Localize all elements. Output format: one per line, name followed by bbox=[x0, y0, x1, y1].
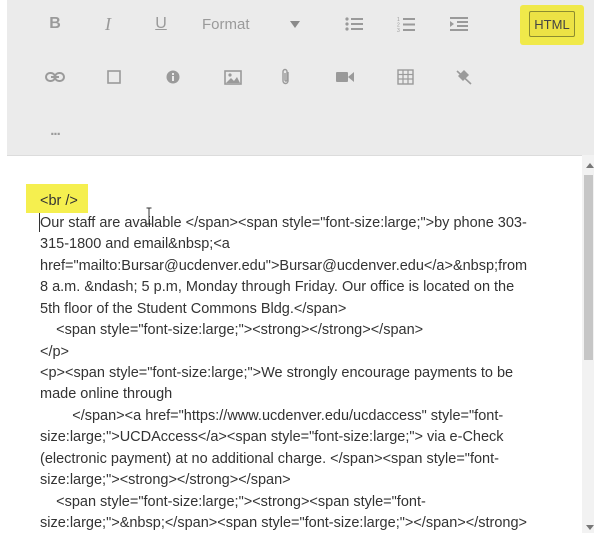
clear-formatting-button[interactable] bbox=[446, 62, 482, 92]
table-icon bbox=[396, 69, 414, 85]
more-options-button[interactable]: ... bbox=[37, 115, 73, 145]
image-icon bbox=[224, 69, 242, 85]
more-options-label: ... bbox=[50, 121, 60, 139]
code-line: (electronic payment) at no additional ch… bbox=[40, 451, 499, 467]
scroll-up-arrow-icon[interactable] bbox=[586, 163, 594, 168]
bold-button[interactable]: B bbox=[37, 9, 73, 39]
scrollbar-thumb[interactable] bbox=[584, 175, 593, 360]
insert-link-button[interactable] bbox=[37, 62, 73, 92]
bold-label: B bbox=[49, 15, 61, 32]
video-camera-icon bbox=[336, 72, 354, 82]
code-line: size:large;">UCDAccess</a><span style="f… bbox=[40, 429, 504, 445]
indent-button[interactable] bbox=[441, 9, 477, 39]
format-dropdown-label: Format bbox=[202, 15, 250, 33]
scroll-down-arrow-icon[interactable] bbox=[586, 525, 594, 530]
svg-text:3: 3 bbox=[397, 28, 400, 33]
italic-label: I bbox=[105, 13, 111, 34]
link-icon bbox=[45, 72, 65, 82]
info-icon bbox=[166, 70, 180, 84]
paperclip-icon bbox=[282, 68, 289, 85]
html-source-button[interactable]: HTML bbox=[529, 11, 575, 37]
underline-label: U bbox=[155, 15, 167, 32]
code-line: </span><a href="https://www.ucdenver.edu… bbox=[40, 408, 504, 424]
italic-button[interactable]: I bbox=[90, 9, 126, 39]
code-line: size:large;"><strong></strong></span> bbox=[40, 472, 291, 488]
code-line: </p> bbox=[40, 344, 70, 360]
insert-video-button[interactable] bbox=[327, 62, 363, 92]
numbered-list-icon: 1 2 3 bbox=[397, 17, 415, 33]
info-button[interactable] bbox=[155, 62, 191, 92]
html-button-label: HTML bbox=[534, 16, 570, 32]
code-line: made online through bbox=[40, 386, 173, 402]
insert-box-button[interactable] bbox=[96, 62, 132, 92]
text-cursor-icon bbox=[146, 207, 152, 225]
code-line: 8 a.m. &ndash; 5 p.m, Monday through Fri… bbox=[40, 279, 515, 295]
code-line: <br /> bbox=[40, 193, 78, 209]
underline-button[interactable]: U bbox=[143, 9, 179, 39]
chevron-down-icon bbox=[290, 20, 300, 28]
code-line: <span style="font-size:large;"><strong><… bbox=[40, 322, 424, 338]
bullet-list-button[interactable] bbox=[336, 9, 372, 39]
numbered-list-button[interactable]: 1 2 3 bbox=[388, 9, 424, 39]
insert-table-button[interactable] bbox=[387, 62, 423, 92]
attach-file-button[interactable] bbox=[268, 62, 304, 92]
code-line: 5th floor of the Student Commons Bldg.</… bbox=[40, 301, 347, 317]
bullet-list-icon bbox=[345, 17, 363, 31]
code-line: href="mailto:Bursar@ucdenver.edu">Bursar… bbox=[40, 258, 528, 274]
format-dropdown[interactable]: Format bbox=[198, 9, 308, 39]
code-line: <span style="font-size:large;"><strong><… bbox=[40, 494, 426, 510]
indent-icon bbox=[450, 17, 468, 31]
code-line: <p><span style="font-size:large;">We str… bbox=[40, 365, 514, 381]
square-icon bbox=[107, 70, 121, 84]
insert-image-button[interactable] bbox=[215, 62, 251, 92]
code-line: size:large;">&nbsp;</span><span style="f… bbox=[40, 515, 528, 531]
eraser-icon bbox=[456, 70, 472, 85]
code-line: 315-1800 and email&nbsp;<a bbox=[40, 236, 230, 252]
code-line: Our staff are available </span><span sty… bbox=[40, 215, 527, 231]
